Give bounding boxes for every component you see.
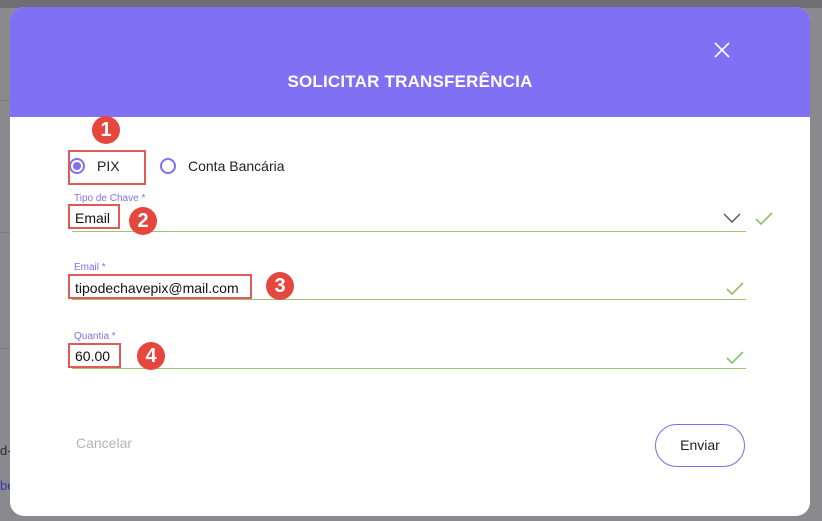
amount-label: Quantia *: [74, 331, 116, 342]
backdrop-divider: [0, 100, 10, 101]
radio-conta-label: Conta Bancária: [188, 158, 285, 174]
close-icon: [714, 42, 730, 58]
email-underline: [72, 299, 746, 300]
annotation-badge-3: 3: [266, 272, 294, 300]
amount-field[interactable]: Quantia * 60.00: [72, 330, 746, 372]
annotation-highlight-3: [68, 274, 252, 299]
key-type-check-icon: [755, 212, 773, 226]
radio-conta-unchecked-icon[interactable]: [160, 158, 176, 174]
key-type-select[interactable]: Tipo de Chave * Email: [72, 192, 746, 234]
annotation-highlight-1: [68, 150, 146, 185]
email-check-icon: [726, 282, 744, 296]
close-button[interactable]: [710, 38, 734, 62]
annotation-badge-2: 2: [129, 207, 157, 235]
amount-check-icon: [726, 351, 744, 365]
cancel-button[interactable]: Cancelar: [76, 435, 132, 451]
email-label: Email *: [74, 262, 106, 273]
amount-underline: [72, 368, 746, 369]
key-type-underline: [72, 231, 746, 232]
annotation-badge-1: 1: [92, 116, 120, 144]
transfer-modal: SOLICITAR TRANSFERÊNCIA PIX 1 Conta Banc…: [10, 7, 810, 516]
annotation-highlight-4: [68, 343, 121, 368]
radio-option-conta-bancaria[interactable]: Conta Bancária: [160, 150, 285, 182]
backdrop-divider: [0, 232, 10, 233]
key-type-label: Tipo de Chave *: [74, 193, 146, 204]
annotation-highlight-2: [68, 204, 120, 229]
annotation-badge-4: 4: [137, 342, 165, 370]
submit-button[interactable]: Enviar: [655, 424, 745, 467]
modal-title: SOLICITAR TRANSFERÊNCIA: [287, 72, 533, 91]
chevron-down-icon[interactable]: [722, 212, 742, 224]
modal-header: SOLICITAR TRANSFERÊNCIA: [10, 7, 810, 117]
backdrop-divider: [0, 348, 10, 349]
